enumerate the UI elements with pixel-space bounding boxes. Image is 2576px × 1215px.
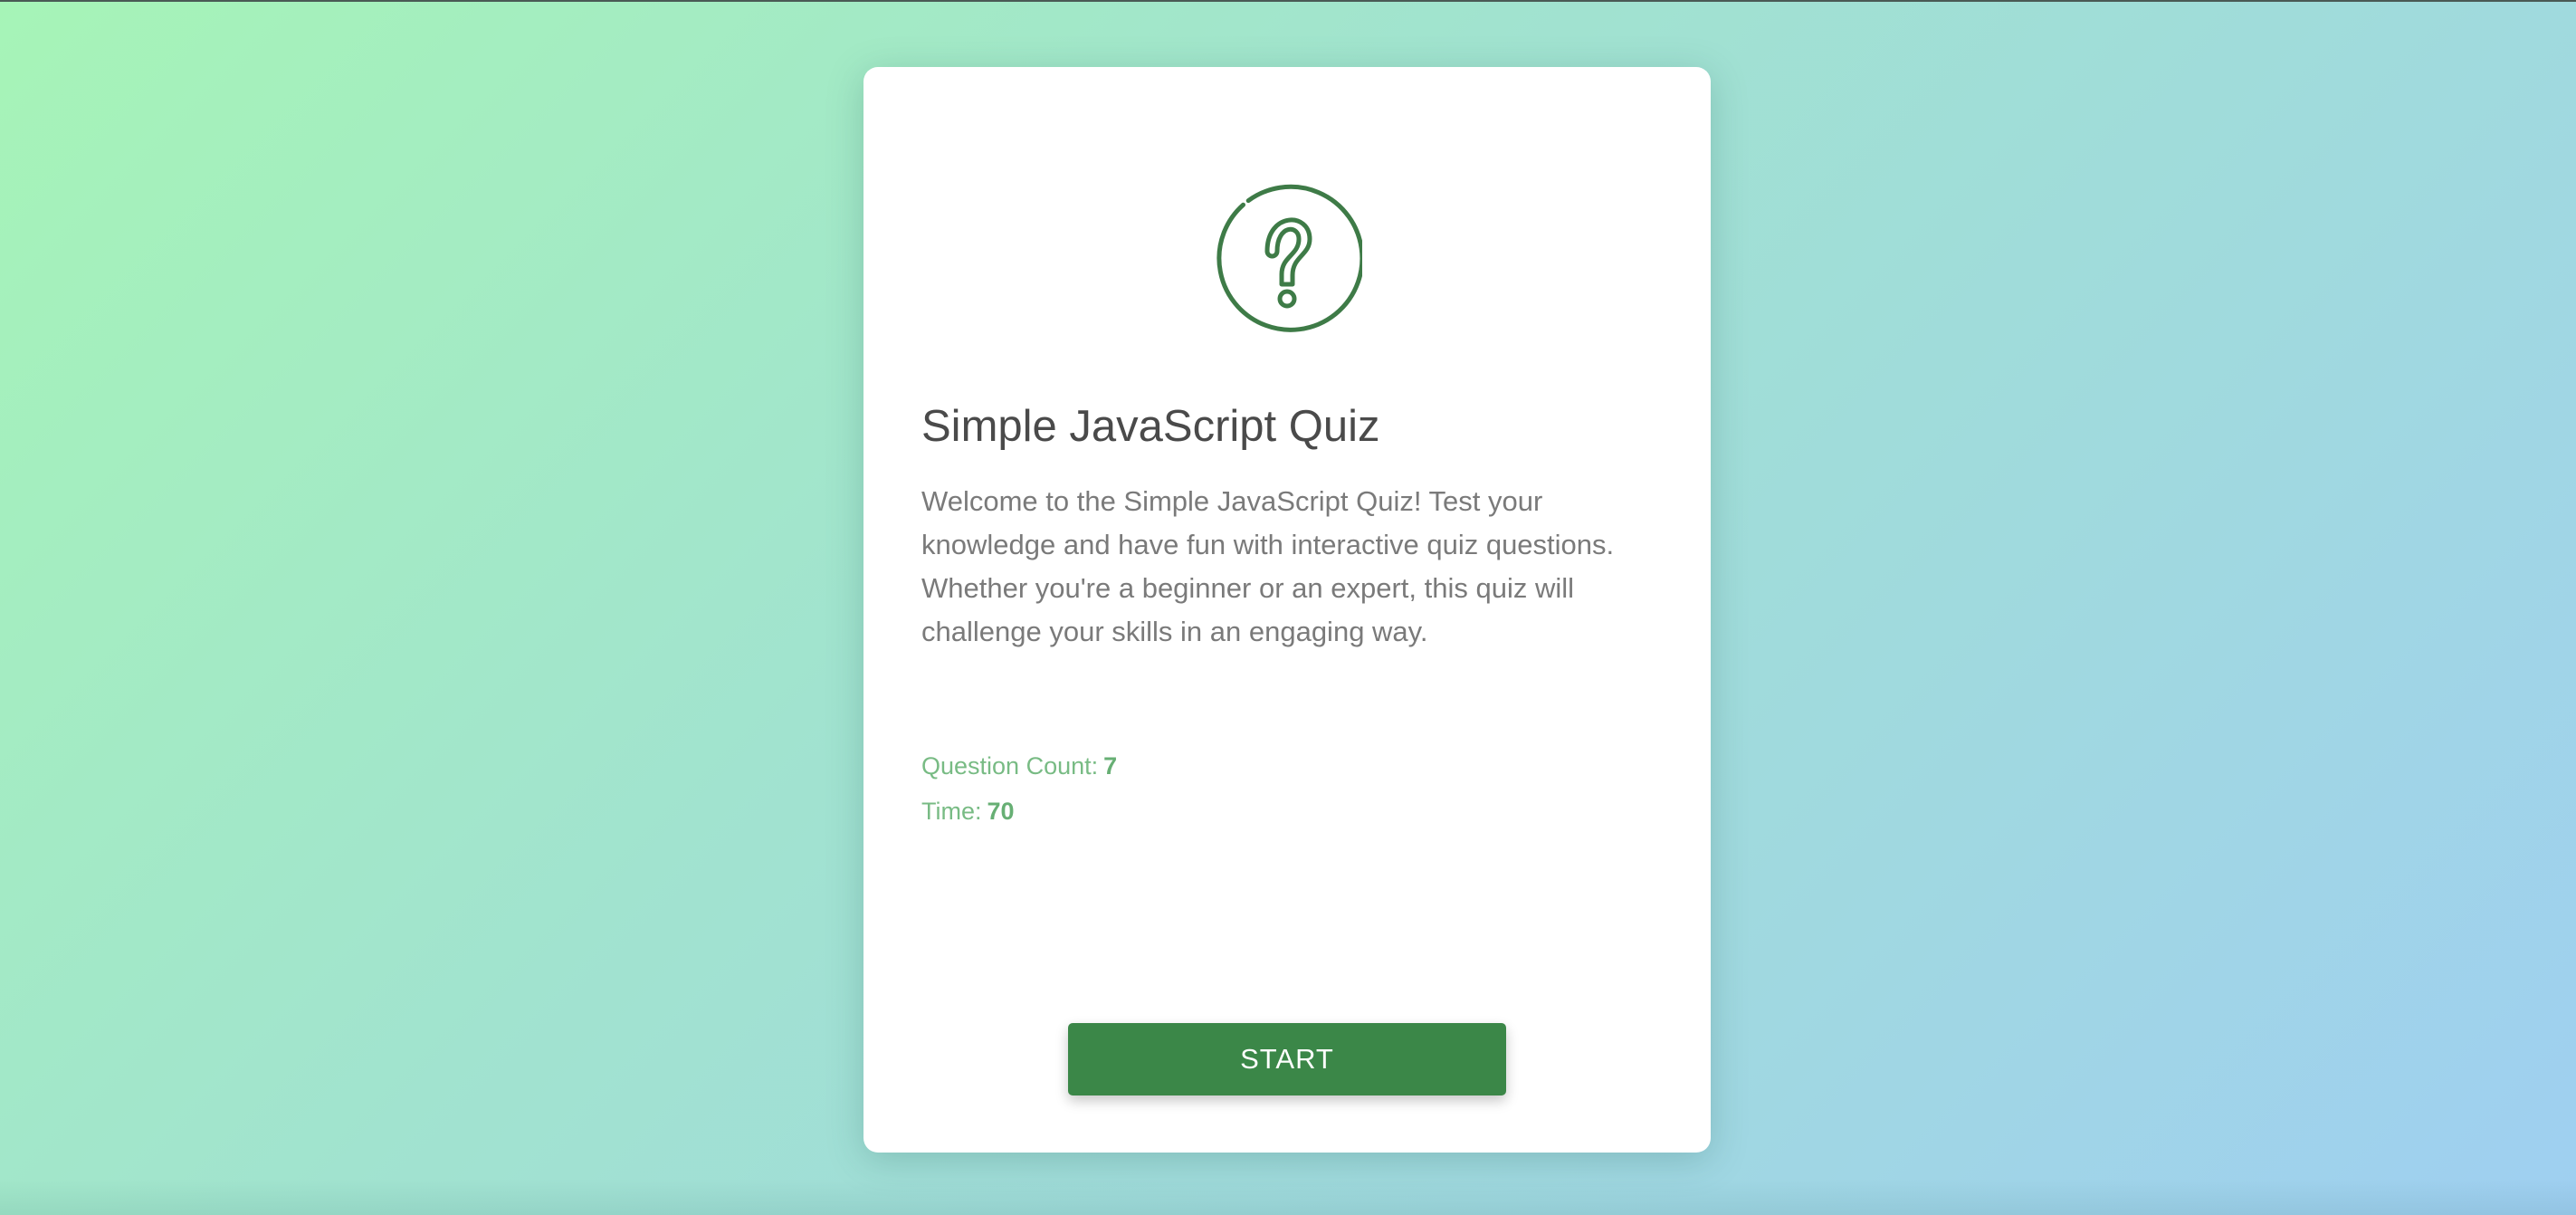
- time-row: Time: 70: [921, 797, 1015, 826]
- quiz-start-card: Simple JavaScript Quiz Welcome to the Si…: [863, 67, 1711, 1153]
- question-count-value: 7: [1103, 752, 1118, 780]
- window-bottom-shade: [0, 1179, 2576, 1215]
- question-count-label: Question Count:: [921, 752, 1099, 780]
- window-top-border: [0, 0, 2576, 2]
- start-button[interactable]: START: [1068, 1023, 1506, 1095]
- question-count-row: Question Count: 7: [921, 751, 1117, 780]
- quiz-description: Welcome to the Simple JavaScript Quiz! T…: [921, 485, 1615, 647]
- time-label: Time:: [921, 798, 982, 825]
- question-circle-icon: [1216, 184, 1362, 332]
- time-value: 70: [987, 798, 1015, 825]
- quiz-title: Simple JavaScript Quiz: [921, 402, 1380, 451]
